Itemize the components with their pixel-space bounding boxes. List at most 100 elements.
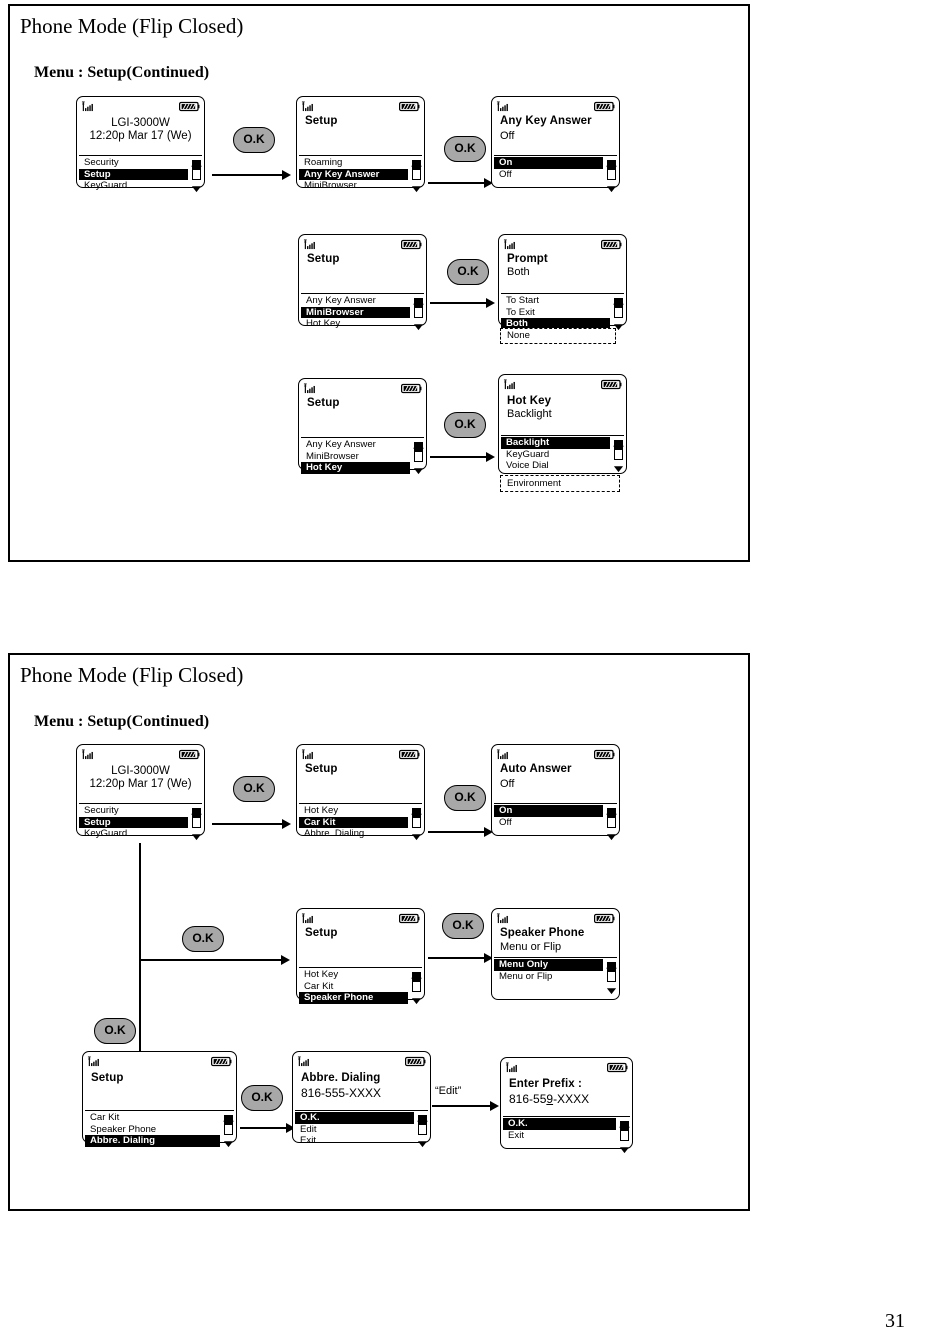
menu-list[interactable]: On Off — [494, 805, 603, 828]
overflow-list-prompt[interactable]: None — [500, 328, 616, 344]
scroll-up-icon[interactable] — [223, 1109, 234, 1114]
list-item[interactable]: Car Kit — [299, 981, 408, 993]
scrollbar-track[interactable] — [607, 808, 616, 828]
list-item[interactable]: On — [494, 157, 603, 169]
list-item[interactable]: Any Key Answer — [301, 439, 410, 451]
ok-button[interactable]: O.K — [182, 926, 224, 952]
ok-button[interactable]: O.K — [241, 1085, 283, 1111]
ok-button[interactable]: O.K — [444, 785, 486, 811]
scrollbar-thumb[interactable] — [413, 973, 420, 982]
phone-screen-idle[interactable]: LGI-3000W 12:20p Mar 17 (We) Security Se… — [76, 96, 205, 188]
scroll-up-icon[interactable] — [606, 154, 617, 159]
menu-list[interactable]: Security Setup KeyGuard — [79, 157, 188, 192]
list-item[interactable]: Abbre. Dialing — [85, 1135, 220, 1147]
list-item[interactable]: KeyGuard — [501, 449, 610, 461]
scroll-up-icon[interactable] — [417, 1109, 428, 1114]
scrollbar[interactable] — [417, 1109, 428, 1142]
scrollbar-track[interactable] — [224, 1115, 233, 1135]
scroll-up-icon[interactable] — [411, 966, 422, 971]
list-item[interactable]: KeyGuard — [79, 180, 188, 192]
phone-screen-abbre-dialing[interactable]: Abbre. Dialing 816-555-XXXX O.K. Edit Ex… — [292, 1051, 431, 1143]
scrollbar-thumb[interactable] — [225, 1116, 232, 1125]
list-item[interactable]: Edit — [295, 1124, 414, 1136]
list-item[interactable]: Security — [79, 805, 188, 817]
scrollbar-track[interactable] — [607, 962, 616, 982]
scrollbar-track[interactable] — [412, 972, 421, 992]
phone-screen-setup[interactable]: Setup Any Key Answer MiniBrowser Hot Key — [298, 234, 427, 326]
scroll-up-icon[interactable] — [413, 292, 424, 297]
list-item[interactable]: Abbre. Dialing — [299, 828, 408, 840]
scroll-down-icon[interactable] — [619, 1141, 630, 1148]
list-item[interactable]: Roaming — [299, 157, 408, 169]
phone-screen-speaker-phone[interactable]: Speaker Phone Menu or Flip Menu Only Men… — [491, 908, 620, 1000]
scrollbar[interactable] — [606, 802, 617, 835]
phone-screen-any-key-answer[interactable]: Any Key Answer Off On Off — [491, 96, 620, 188]
menu-list[interactable]: O.K. Exit — [503, 1118, 616, 1141]
scroll-up-icon[interactable] — [191, 154, 202, 159]
scrollbar-thumb[interactable] — [193, 161, 200, 170]
scroll-up-icon[interactable] — [613, 292, 624, 297]
ok-button[interactable]: O.K — [447, 259, 489, 285]
scrollbar-thumb[interactable] — [413, 809, 420, 818]
scrollbar-track[interactable] — [418, 1115, 427, 1135]
scrollbar-track[interactable] — [614, 440, 623, 460]
scroll-down-icon[interactable] — [606, 180, 617, 187]
prefix-input[interactable]: 816-559-XXXX — [509, 1092, 624, 1106]
list-item[interactable]: MiniBrowser — [301, 451, 410, 463]
scroll-down-icon[interactable] — [411, 992, 422, 999]
scrollbar-thumb[interactable] — [419, 1116, 426, 1125]
scroll-up-icon[interactable] — [613, 434, 624, 439]
list-item[interactable]: Security — [79, 157, 188, 169]
phone-screen-setup[interactable]: Setup Hot Key Car Kit Speaker Phone — [296, 908, 425, 1000]
scroll-up-icon[interactable] — [191, 802, 202, 807]
scroll-up-icon[interactable] — [411, 154, 422, 159]
list-item[interactable]: Hot Key — [301, 318, 410, 330]
scrollbar[interactable] — [223, 1109, 234, 1142]
list-item[interactable]: Voice Dial — [501, 460, 610, 472]
scrollbar-track[interactable] — [414, 442, 423, 462]
scroll-down-icon[interactable] — [417, 1135, 428, 1142]
phone-screen-setup[interactable]: Setup Hot Key Car Kit Abbre. Dialing — [296, 744, 425, 836]
scroll-down-icon[interactable] — [411, 180, 422, 187]
menu-list[interactable]: To Start To Exit Both — [501, 295, 610, 330]
scrollbar-track[interactable] — [412, 160, 421, 180]
ok-button[interactable]: O.K — [233, 776, 275, 802]
list-item[interactable]: Backlight — [501, 437, 610, 449]
list-item[interactable]: To Start — [501, 295, 610, 307]
scrollbar[interactable] — [413, 292, 424, 325]
scrollbar[interactable] — [619, 1115, 630, 1148]
phone-screen-prompt[interactable]: Prompt Both To Start To Exit Both — [498, 234, 627, 326]
list-item[interactable]: Exit — [503, 1130, 616, 1142]
scroll-down-icon[interactable] — [613, 460, 624, 467]
scroll-up-icon[interactable] — [411, 802, 422, 807]
scrollbar-thumb[interactable] — [193, 809, 200, 818]
phone-screen-hot-key[interactable]: Hot Key Backlight Backlight KeyGuard Voi… — [498, 374, 627, 474]
ok-button[interactable]: O.K — [94, 1018, 136, 1044]
scrollbar-thumb[interactable] — [413, 161, 420, 170]
phone-screen-setup[interactable]: Setup Roaming Any Key Answer MiniBrowser — [296, 96, 425, 188]
scrollbar[interactable] — [606, 956, 617, 989]
list-item[interactable]: Hot Key — [299, 969, 408, 981]
scrollbar[interactable] — [613, 292, 624, 325]
menu-list[interactable]: Backlight KeyGuard Voice Dial — [501, 437, 610, 472]
list-item[interactable]: MiniBrowser — [301, 306, 410, 318]
scrollbar[interactable] — [413, 436, 424, 469]
list-item[interactable]: Exit — [295, 1135, 414, 1147]
menu-list[interactable]: Car Kit Speaker Phone Abbre. Dialing — [85, 1112, 220, 1147]
list-item[interactable]: O.K. — [295, 1112, 414, 1124]
menu-list[interactable]: Any Key Answer MiniBrowser Hot Key — [301, 295, 410, 330]
scroll-down-icon[interactable] — [411, 828, 422, 835]
list-item[interactable]: Off — [494, 169, 603, 181]
scroll-down-icon[interactable] — [191, 828, 202, 835]
scrollbar-thumb[interactable] — [415, 443, 422, 452]
list-item[interactable]: None — [501, 329, 615, 343]
scrollbar-track[interactable] — [414, 298, 423, 318]
menu-list[interactable]: Hot Key Car Kit Abbre. Dialing — [299, 805, 408, 840]
list-item[interactable]: Hot Key — [299, 805, 408, 817]
scrollbar[interactable] — [411, 966, 422, 999]
list-item[interactable]: Menu or Flip — [494, 971, 603, 983]
phone-screen-idle[interactable]: LGI-3000W 12:20p Mar 17 (We) Security Se… — [76, 744, 205, 836]
scrollbar-thumb[interactable] — [608, 963, 615, 972]
scroll-down-icon[interactable] — [413, 318, 424, 325]
scrollbar-thumb[interactable] — [415, 299, 422, 308]
